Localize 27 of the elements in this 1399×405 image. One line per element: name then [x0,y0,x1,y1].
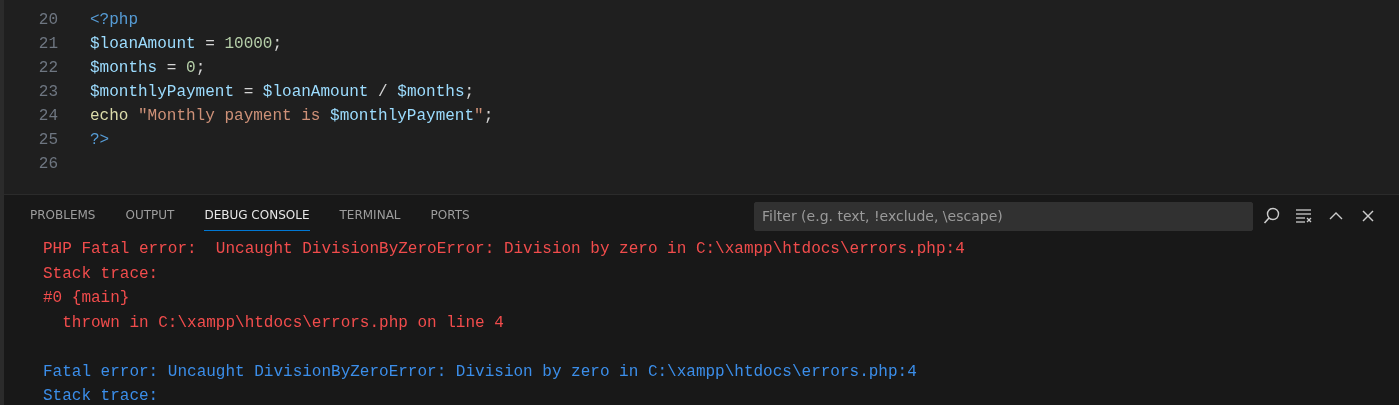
panel-tab[interactable]: PROBLEMS [30,201,96,231]
line-number: 26 [37,154,58,175]
console-line: thrown in C:\xampp\htdocs\errors.php on line 4 [61,313,504,332]
console-line: #0 {main} [43,289,130,307]
code-line: ?> [90,130,110,151]
line-number: 23 [37,82,58,103]
line-number: 25 [37,130,58,151]
code-line: $monthlyPayment = $loanAmount / $months; [90,82,475,103]
console-line: Stack trace: [43,264,159,283]
line-number: 21 [37,34,58,55]
code-line: $months = 0; [90,58,206,79]
code-line: <?php [90,10,138,31]
panel-tab[interactable]: TERMINAL [339,201,401,231]
panel-tab[interactable]: OUTPUT [125,201,175,231]
line-number: 20 [37,10,58,31]
console-line: PHP Fatal error: Uncaught DivisionByZeroError: Division by zero in C:\xampp\htdocs\errors.php:4 [43,240,965,258]
panel-tab[interactable]: PORTS [430,201,470,231]
panel-tab[interactable]: DEBUG CONSOLE [204,201,310,231]
clear-list-icon[interactable] [1295,207,1313,225]
line-number: 22 [37,58,58,79]
code-line: echo "Monthly payment is $monthlyPayment"; [90,106,494,127]
line-number: 24 [37,106,58,127]
console-line: Stack trace: [43,387,159,405]
filter-field[interactable]: Filter (e.g. text, !exclude, \escape) [754,201,1253,231]
search-icon[interactable] [1263,207,1281,225]
console-line: Fatal error: Uncaught DivisionByZeroError: Division by zero in C:\xampp\htdocs\errors.php:4 [43,362,917,381]
code-line: $loanAmount = 10000; [90,34,283,55]
